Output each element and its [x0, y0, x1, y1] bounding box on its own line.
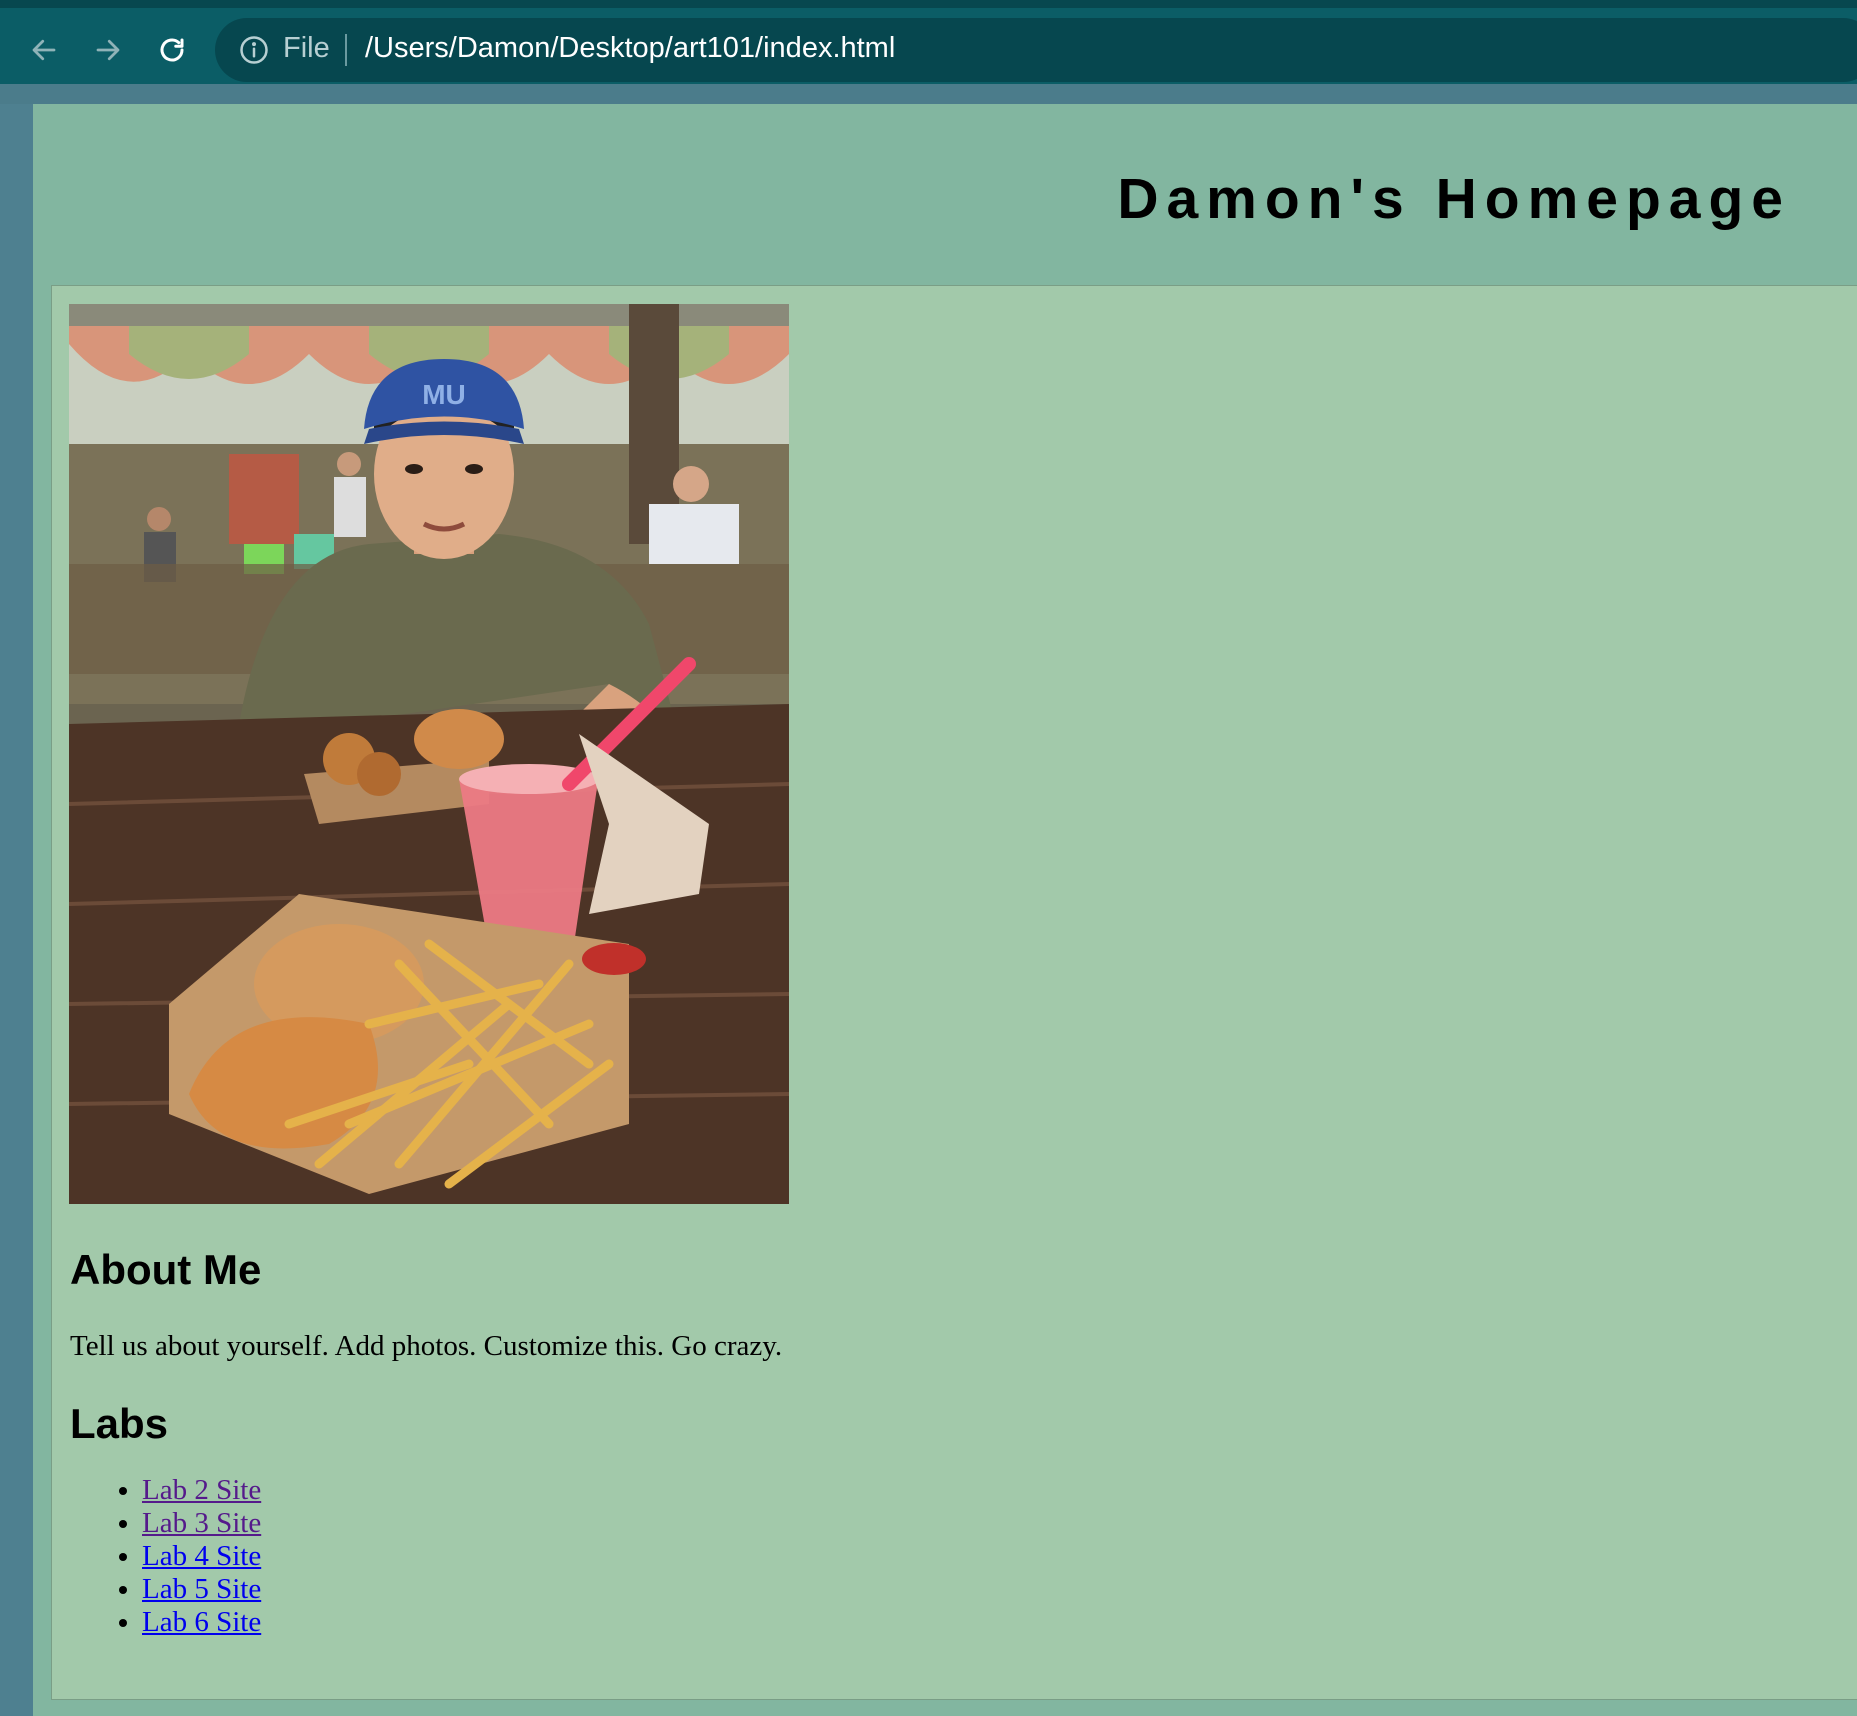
- reload-icon: [160, 38, 184, 62]
- address-separator: [345, 34, 347, 66]
- page-title: Damon's Homepage: [1117, 167, 1791, 231]
- svg-text:MU: MU: [422, 379, 466, 410]
- arrow-left-icon: [32, 39, 56, 61]
- reload-button[interactable]: [148, 26, 196, 74]
- address-bar[interactable]: File /Users/Damon/Desktop/art101/index.h…: [215, 18, 1857, 82]
- list-item: Lab 4 Site: [142, 1540, 261, 1573]
- lab-2-link[interactable]: Lab 2 Site: [142, 1474, 261, 1506]
- profile-photo: MU: [69, 304, 789, 1204]
- about-heading: About Me: [70, 1246, 262, 1293]
- back-button[interactable]: [20, 26, 68, 74]
- info-circle-icon[interactable]: [239, 35, 269, 65]
- list-item: Lab 6 Site: [142, 1606, 261, 1639]
- arrow-right-icon: [96, 39, 120, 61]
- content-container: MU About Me Tell us about yourself. Add …: [51, 285, 1857, 1700]
- lab-5-link[interactable]: Lab 5 Site: [142, 1573, 261, 1605]
- labs-list: Lab 2 Site Lab 3 Site Lab 4 Site Lab 5 S…: [70, 1474, 261, 1639]
- forward-button[interactable]: [84, 26, 132, 74]
- scheme-label: File: [283, 32, 330, 64]
- browser-toolbar: File /Users/Damon/Desktop/art101/index.h…: [0, 0, 1857, 84]
- viewport-edge: [0, 84, 1857, 104]
- url-text[interactable]: /Users/Damon/Desktop/art101/index.html: [365, 32, 895, 65]
- page-body: Damon's Homepage MU About Me Tell us abo…: [33, 104, 1857, 1716]
- lab-6-link[interactable]: Lab 6 Site: [142, 1606, 261, 1638]
- lab-3-link[interactable]: Lab 3 Site: [142, 1507, 261, 1539]
- labs-heading: Labs: [70, 1400, 169, 1447]
- list-item: Lab 2 Site: [142, 1474, 261, 1507]
- about-text: Tell us about yourself. Add photos. Cust…: [70, 1330, 783, 1362]
- list-item: Lab 5 Site: [142, 1573, 261, 1606]
- list-item: Lab 3 Site: [142, 1507, 261, 1540]
- lab-4-link[interactable]: Lab 4 Site: [142, 1540, 261, 1572]
